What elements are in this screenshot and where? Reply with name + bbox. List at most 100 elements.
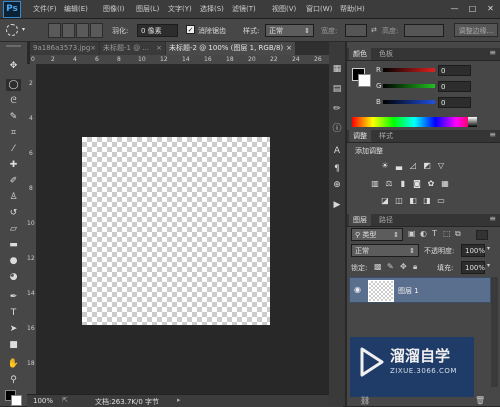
subtract-selection-icon[interactable] bbox=[76, 23, 89, 38]
panel-menu-icon[interactable]: ≡ bbox=[489, 130, 496, 139]
link-layers-icon[interactable]: ⛓ bbox=[360, 396, 370, 405]
menu-select[interactable]: 选择(S) bbox=[200, 4, 224, 14]
filter-adjustment-icon[interactable]: ◐ bbox=[420, 229, 427, 238]
color-spectrum-ramp[interactable] bbox=[352, 117, 477, 127]
tab-color[interactable]: 颜色 bbox=[349, 48, 371, 60]
history-panel-icon[interactable]: ▦ bbox=[331, 64, 343, 75]
preset-dropdown-icon[interactable]: ▾ bbox=[22, 26, 25, 33]
red-slider[interactable] bbox=[383, 68, 435, 72]
type-icon[interactable]: T bbox=[6, 307, 21, 319]
glyph-panel-icon[interactable]: ⊕ bbox=[331, 180, 343, 191]
posterize-icon[interactable]: ◫ bbox=[394, 197, 404, 205]
chevron-down-icon[interactable]: ▾ bbox=[487, 245, 490, 252]
add-to-selection-icon[interactable] bbox=[62, 23, 75, 38]
pen-icon[interactable]: ✒ bbox=[6, 291, 21, 303]
filter-toggle[interactable] bbox=[476, 230, 488, 240]
tab-close-icon[interactable]: × bbox=[156, 42, 162, 55]
style-select[interactable]: 正常 ⇕ bbox=[265, 24, 314, 37]
tab-layers[interactable]: 图层 bbox=[349, 214, 371, 226]
opacity-input[interactable]: 100% bbox=[461, 244, 485, 257]
minimize-icon[interactable]: — bbox=[448, 3, 461, 14]
chevron-down-icon[interactable]: ▾ bbox=[487, 262, 490, 269]
brightness-contrast-icon[interactable]: ☀ bbox=[380, 162, 390, 170]
ellipse-marquee-preset-icon[interactable] bbox=[6, 24, 18, 36]
tab-document-2[interactable]: 未标题-1 @ ... × bbox=[100, 42, 165, 55]
lock-image-icon[interactable]: ✎ bbox=[387, 262, 394, 271]
fill-input[interactable]: 100% bbox=[461, 261, 485, 274]
levels-icon[interactable]: ▃ bbox=[394, 162, 404, 170]
elliptical-marquee-icon[interactable]: ◯ bbox=[6, 79, 21, 91]
blue-slider[interactable] bbox=[383, 100, 435, 104]
background-color-swatch[interactable] bbox=[11, 395, 22, 406]
black-white-icon[interactable]: ▮ bbox=[398, 180, 408, 188]
delete-layer-icon[interactable]: 🗑︎ bbox=[475, 396, 485, 405]
panel-menu-icon[interactable]: ≡ bbox=[489, 214, 496, 223]
quick-selection-icon[interactable]: ✎ bbox=[6, 111, 21, 123]
selective-color-icon[interactable]: ◨ bbox=[422, 197, 432, 205]
gradient-icon[interactable]: ▬ bbox=[6, 239, 21, 251]
layer-filter-select[interactable]: ⚲ 类型 ⇕ bbox=[351, 228, 403, 241]
color-lookup-icon[interactable]: ▦ bbox=[440, 180, 450, 188]
channel-mixer-icon[interactable]: ✿ bbox=[426, 180, 436, 188]
menu-edit[interactable]: 编辑(E) bbox=[64, 4, 88, 14]
intersect-selection-icon[interactable] bbox=[90, 23, 103, 38]
tab-close-icon[interactable]: × bbox=[286, 42, 292, 55]
green-slider[interactable] bbox=[383, 84, 435, 88]
hand-icon[interactable]: ✋ bbox=[6, 358, 21, 370]
close-window-icon[interactable]: ✕ bbox=[484, 3, 497, 14]
grayscale-ramp[interactable] bbox=[468, 117, 477, 127]
eyedropper-icon[interactable]: ⁄ bbox=[6, 143, 21, 155]
brush-icon[interactable]: ✐ bbox=[6, 175, 21, 187]
color-background-swatch[interactable] bbox=[358, 74, 371, 87]
menu-file[interactable]: 文件(F) bbox=[33, 4, 57, 14]
blend-mode-select[interactable]: 正常 ⇕ bbox=[351, 244, 419, 257]
green-value-input[interactable]: 0 bbox=[438, 81, 471, 92]
layer-thumbnail[interactable] bbox=[368, 280, 394, 302]
menu-layer[interactable]: 图层(L) bbox=[136, 4, 159, 14]
curves-icon[interactable]: ◿ bbox=[408, 162, 418, 170]
lock-position-icon[interactable]: ✥ bbox=[400, 262, 407, 271]
path-selection-icon[interactable]: ➤ bbox=[6, 323, 21, 335]
status-menu-icon[interactable]: ▸ bbox=[177, 396, 181, 404]
info-panel-icon[interactable]: ⓘ bbox=[331, 124, 343, 135]
menu-image[interactable]: 图像(I) bbox=[103, 4, 125, 14]
red-value-input[interactable]: 0 bbox=[438, 65, 471, 76]
filter-type-icon[interactable]: T bbox=[432, 229, 437, 238]
tab-styles[interactable]: 样式 bbox=[375, 130, 397, 142]
swap-icon[interactable]: ⇄ bbox=[371, 26, 377, 34]
export-icon[interactable]: ⇱ bbox=[62, 396, 68, 404]
move-tool-icon[interactable]: ✥ bbox=[6, 60, 21, 72]
rectangle-icon[interactable]: ■ bbox=[6, 339, 21, 351]
character-panel-icon[interactable]: A bbox=[331, 146, 343, 157]
invert-icon[interactable]: ◪ bbox=[380, 197, 390, 205]
dodge-icon[interactable]: ◕ bbox=[6, 271, 21, 283]
menu-type[interactable]: 文字(Y) bbox=[168, 4, 192, 14]
filter-smart-object-icon[interactable]: ⧉ bbox=[455, 229, 461, 239]
exposure-icon[interactable]: ◩ bbox=[422, 162, 432, 170]
feather-input[interactable]: 0 像素 bbox=[137, 24, 178, 37]
brush-presets-panel-icon[interactable]: ✏ bbox=[331, 104, 343, 115]
gradient-map-icon[interactable]: ▭ bbox=[436, 197, 446, 205]
menu-help[interactable]: 帮助(H) bbox=[340, 4, 365, 14]
tab-document-3[interactable]: 未标题-2 @ 100% (图层 1, RGB/8) × bbox=[166, 42, 295, 55]
healing-brush-icon[interactable]: ✚ bbox=[6, 159, 21, 171]
panel-menu-icon[interactable]: ≡ bbox=[489, 48, 496, 57]
menu-view[interactable]: 视图(V) bbox=[272, 4, 296, 14]
eraser-icon[interactable]: ▱ bbox=[6, 223, 21, 235]
zoom-level[interactable]: 100% bbox=[33, 397, 53, 405]
threshold-icon[interactable]: ◧ bbox=[408, 197, 418, 205]
photo-filter-icon[interactable]: ◙ bbox=[412, 180, 422, 188]
properties-panel-icon[interactable]: ▤ bbox=[331, 84, 343, 95]
layer-name[interactable]: 图层 1 bbox=[398, 286, 419, 296]
antialias-checkbox[interactable]: ✓ bbox=[186, 25, 195, 34]
layers-scrollbar[interactable] bbox=[491, 277, 498, 387]
paragraph-panel-icon[interactable]: ¶ bbox=[331, 164, 343, 175]
tab-document-1[interactable]: 9a186a3573.jpg × bbox=[30, 42, 99, 55]
filter-pixel-icon[interactable]: ▣ bbox=[408, 229, 416, 238]
menu-filter[interactable]: 滤镜(T) bbox=[232, 4, 256, 14]
refine-edge-button[interactable]: 调整边缘... bbox=[454, 23, 498, 37]
lock-all-icon[interactable]: 🔒︎ bbox=[413, 262, 417, 272]
eye-icon[interactable]: ◉ bbox=[354, 285, 361, 294]
clone-stamp-icon[interactable]: ♙ bbox=[6, 191, 21, 203]
hue-saturation-icon[interactable]: ▥ bbox=[370, 180, 380, 188]
